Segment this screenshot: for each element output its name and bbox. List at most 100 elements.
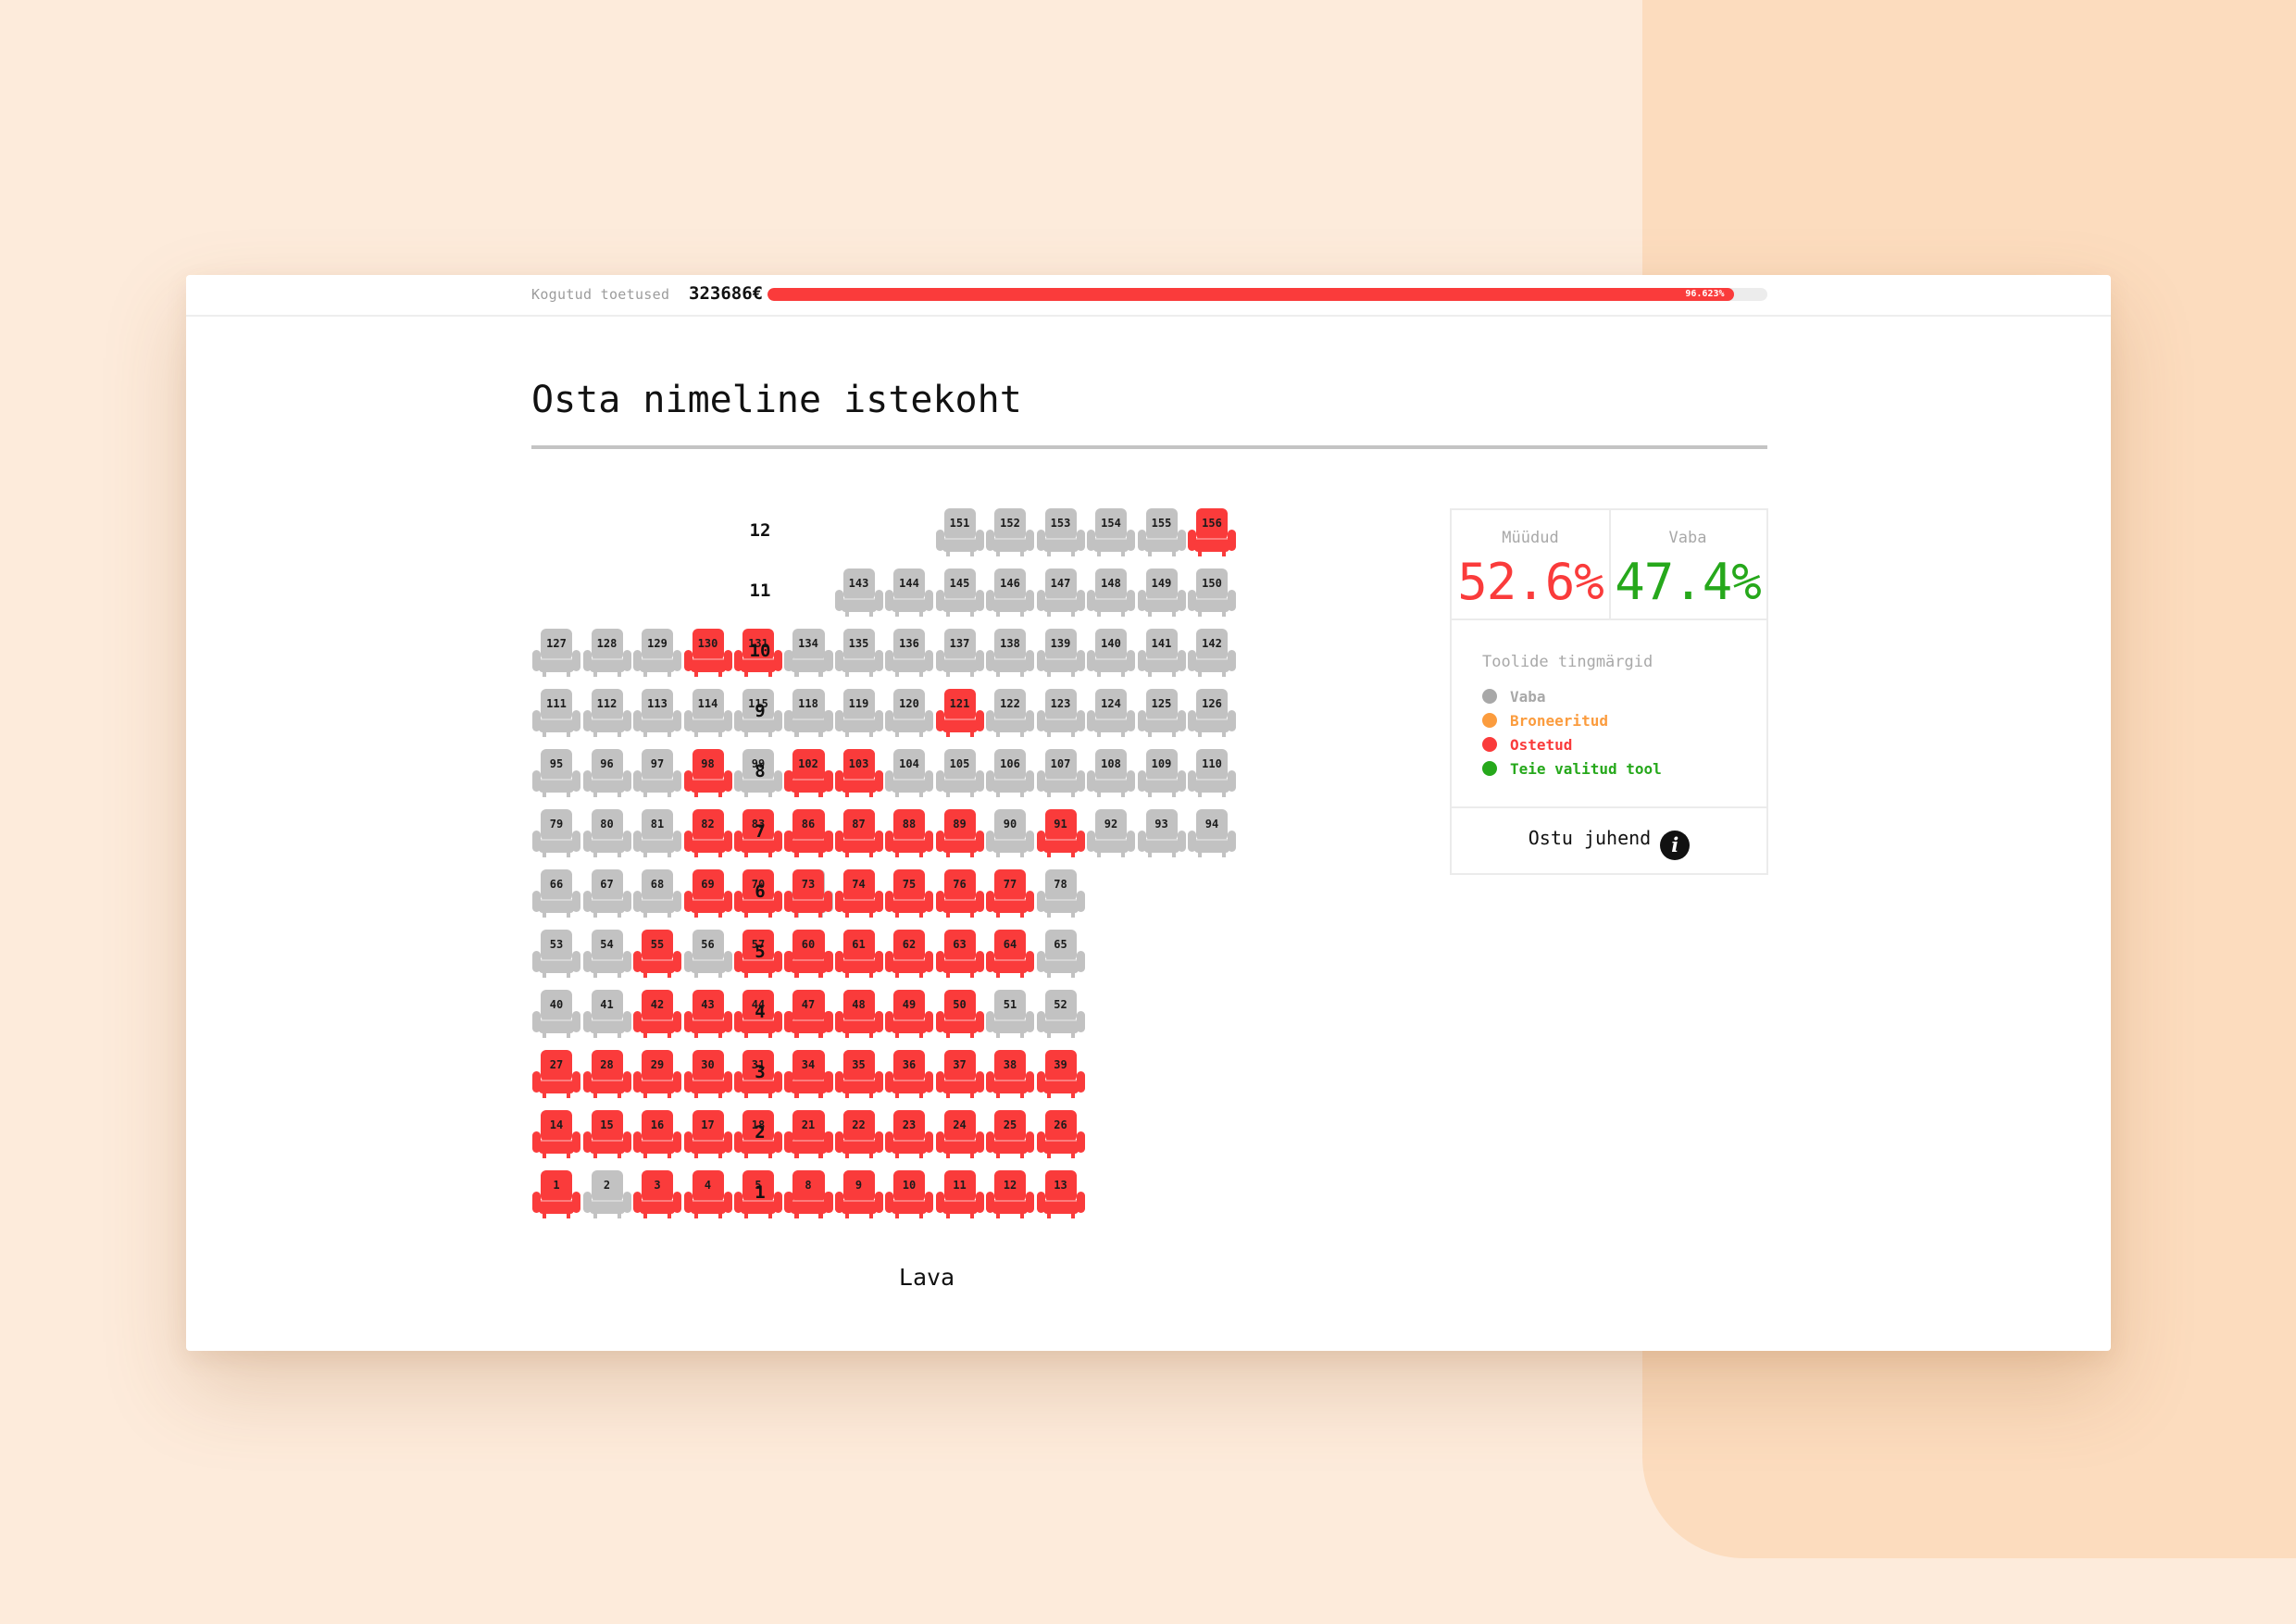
seat-125[interactable]: 125 [1137, 687, 1187, 737]
seat-121[interactable]: 121 [935, 687, 985, 737]
seat-50[interactable]: 50 [935, 988, 985, 1038]
seat-149[interactable]: 149 [1137, 567, 1187, 617]
seat-135[interactable]: 135 [834, 627, 884, 677]
info-icon[interactable]: i [1660, 831, 1691, 860]
seat-3[interactable]: 3 [632, 1168, 682, 1218]
seat-153[interactable]: 153 [1036, 506, 1086, 556]
seat-118[interactable]: 118 [783, 687, 833, 737]
seat-103[interactable]: 103 [834, 747, 884, 797]
seat-16[interactable]: 16 [632, 1108, 682, 1158]
seat-106[interactable]: 106 [985, 747, 1035, 797]
seat-98[interactable]: 98 [683, 747, 733, 797]
seat-49[interactable]: 49 [884, 988, 934, 1038]
seat-134[interactable]: 134 [783, 627, 833, 677]
seat-74[interactable]: 74 [834, 868, 884, 918]
seat-22[interactable]: 22 [834, 1108, 884, 1158]
seat-150[interactable]: 150 [1187, 567, 1237, 617]
seat-113[interactable]: 113 [632, 687, 682, 737]
seat-95[interactable]: 95 [531, 747, 581, 797]
seat-48[interactable]: 48 [834, 988, 884, 1038]
seat-104[interactable]: 104 [884, 747, 934, 797]
seat-119[interactable]: 119 [834, 687, 884, 737]
seat-2[interactable]: 2 [582, 1168, 632, 1218]
seat-87[interactable]: 87 [834, 807, 884, 857]
seat-64[interactable]: 64 [985, 928, 1035, 978]
seat-51[interactable]: 51 [985, 988, 1035, 1038]
seat-11[interactable]: 11 [935, 1168, 985, 1218]
seat-154[interactable]: 154 [1086, 506, 1136, 556]
seat-102[interactable]: 102 [783, 747, 833, 797]
seat-30[interactable]: 30 [683, 1048, 733, 1098]
seat-68[interactable]: 68 [632, 868, 682, 918]
seat-140[interactable]: 140 [1086, 627, 1136, 677]
seat-75[interactable]: 75 [884, 868, 934, 918]
seat-41[interactable]: 41 [582, 988, 632, 1038]
seat-55[interactable]: 55 [632, 928, 682, 978]
seat-63[interactable]: 63 [935, 928, 985, 978]
seat-62[interactable]: 62 [884, 928, 934, 978]
seat-12[interactable]: 12 [985, 1168, 1035, 1218]
seat-47[interactable]: 47 [783, 988, 833, 1038]
seat-124[interactable]: 124 [1086, 687, 1136, 737]
seat-78[interactable]: 78 [1036, 868, 1086, 918]
seat-139[interactable]: 139 [1036, 627, 1086, 677]
seat-8[interactable]: 8 [783, 1168, 833, 1218]
seat-27[interactable]: 27 [531, 1048, 581, 1098]
seat-43[interactable]: 43 [683, 988, 733, 1038]
seat-136[interactable]: 136 [884, 627, 934, 677]
seat-21[interactable]: 21 [783, 1108, 833, 1158]
seat-120[interactable]: 120 [884, 687, 934, 737]
seat-129[interactable]: 129 [632, 627, 682, 677]
seat-77[interactable]: 77 [985, 868, 1035, 918]
seat-79[interactable]: 79 [531, 807, 581, 857]
seat-73[interactable]: 73 [783, 868, 833, 918]
seat-38[interactable]: 38 [985, 1048, 1035, 1098]
seat-97[interactable]: 97 [632, 747, 682, 797]
seat-127[interactable]: 127 [531, 627, 581, 677]
seat-92[interactable]: 92 [1086, 807, 1136, 857]
seat-37[interactable]: 37 [935, 1048, 985, 1098]
seat-29[interactable]: 29 [632, 1048, 682, 1098]
seat-96[interactable]: 96 [582, 747, 632, 797]
seat-80[interactable]: 80 [582, 807, 632, 857]
seat-40[interactable]: 40 [531, 988, 581, 1038]
seat-26[interactable]: 26 [1036, 1108, 1086, 1158]
seat-28[interactable]: 28 [582, 1048, 632, 1098]
seat-88[interactable]: 88 [884, 807, 934, 857]
seat-114[interactable]: 114 [683, 687, 733, 737]
seat-151[interactable]: 151 [935, 506, 985, 556]
seat-1[interactable]: 1 [531, 1168, 581, 1218]
seat-145[interactable]: 145 [935, 567, 985, 617]
seat-66[interactable]: 66 [531, 868, 581, 918]
seat-155[interactable]: 155 [1137, 506, 1187, 556]
seat-108[interactable]: 108 [1086, 747, 1136, 797]
seat-146[interactable]: 146 [985, 567, 1035, 617]
seat-60[interactable]: 60 [783, 928, 833, 978]
seat-110[interactable]: 110 [1187, 747, 1237, 797]
seat-56[interactable]: 56 [683, 928, 733, 978]
seat-15[interactable]: 15 [582, 1108, 632, 1158]
seat-4[interactable]: 4 [683, 1168, 733, 1218]
seat-17[interactable]: 17 [683, 1108, 733, 1158]
seat-82[interactable]: 82 [683, 807, 733, 857]
seat-34[interactable]: 34 [783, 1048, 833, 1098]
seat-25[interactable]: 25 [985, 1108, 1035, 1158]
seat-24[interactable]: 24 [935, 1108, 985, 1158]
seat-123[interactable]: 123 [1036, 687, 1086, 737]
seat-144[interactable]: 144 [884, 567, 934, 617]
seat-89[interactable]: 89 [935, 807, 985, 857]
seat-105[interactable]: 105 [935, 747, 985, 797]
seat-138[interactable]: 138 [985, 627, 1035, 677]
seat-9[interactable]: 9 [834, 1168, 884, 1218]
seat-141[interactable]: 141 [1137, 627, 1187, 677]
seat-126[interactable]: 126 [1187, 687, 1237, 737]
seat-69[interactable]: 69 [683, 868, 733, 918]
seat-137[interactable]: 137 [935, 627, 985, 677]
seat-35[interactable]: 35 [834, 1048, 884, 1098]
seat-156[interactable]: 156 [1187, 506, 1237, 556]
seat-90[interactable]: 90 [985, 807, 1035, 857]
seat-152[interactable]: 152 [985, 506, 1035, 556]
seat-13[interactable]: 13 [1036, 1168, 1086, 1218]
seat-86[interactable]: 86 [783, 807, 833, 857]
seat-111[interactable]: 111 [531, 687, 581, 737]
